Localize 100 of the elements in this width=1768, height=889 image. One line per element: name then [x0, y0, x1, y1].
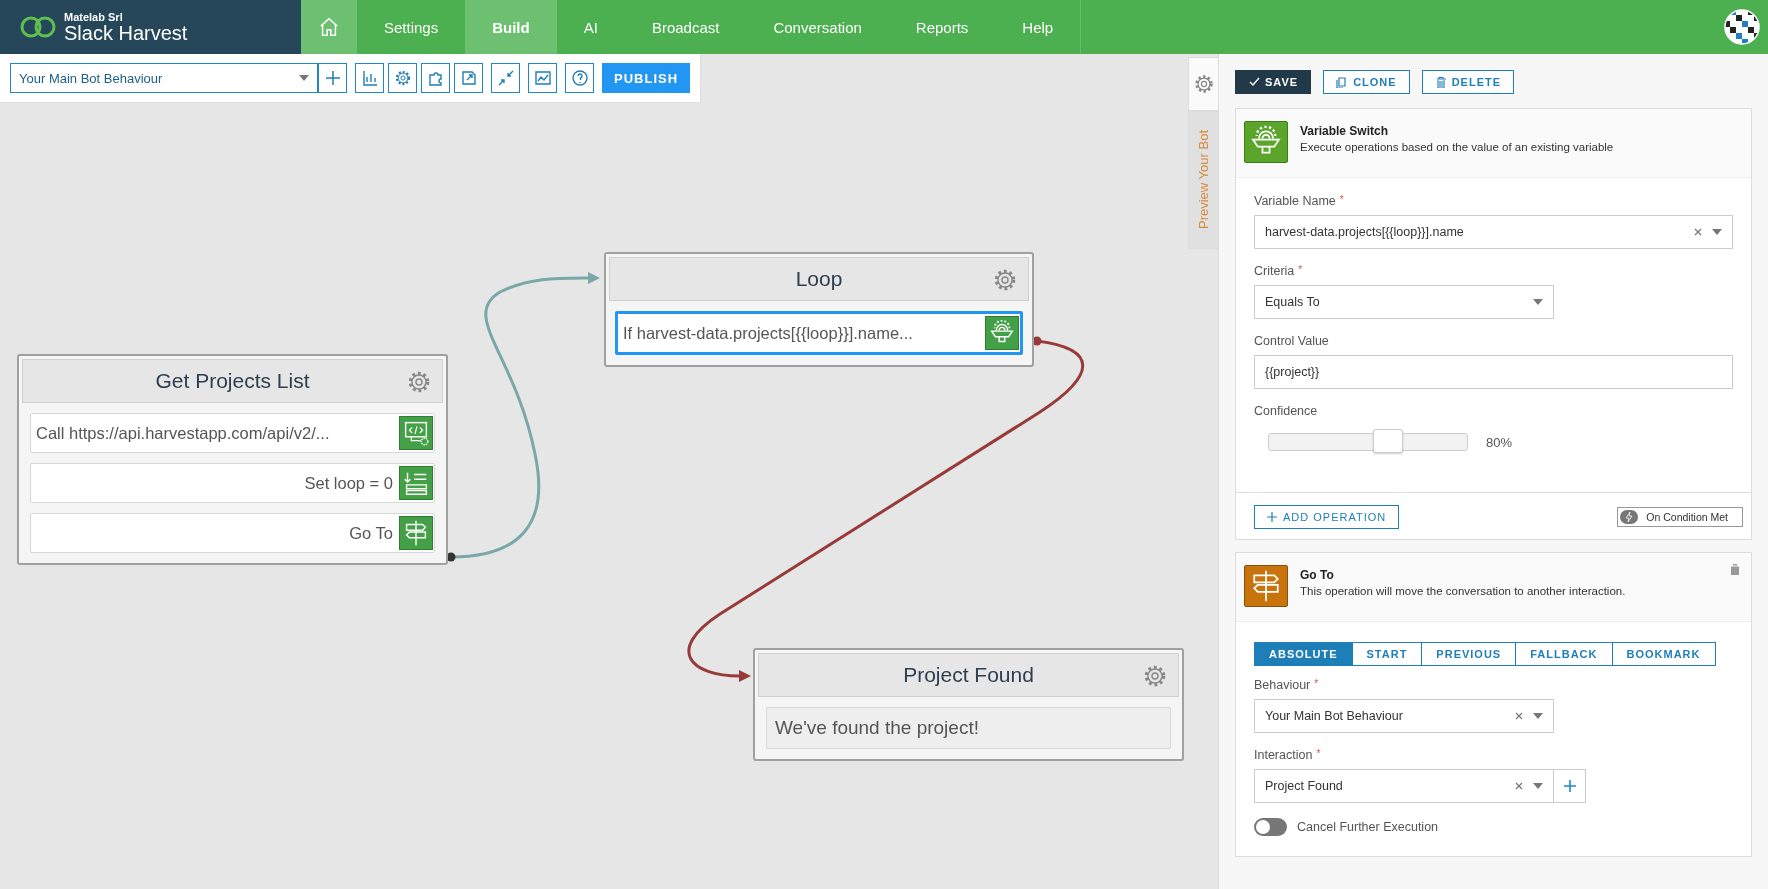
settings-icon	[992, 267, 1018, 293]
toggle-switch[interactable]	[1254, 818, 1287, 836]
signpost-icon	[399, 516, 433, 550]
node-step[interactable]: We've found the project!	[766, 707, 1171, 749]
check-icon	[1248, 76, 1260, 88]
clone-button[interactable]: CLONE	[1323, 70, 1410, 94]
settings-tab[interactable]	[1188, 57, 1218, 111]
behaviour-select[interactable]: Your Main Bot Behaviour	[10, 63, 318, 93]
puzzle-button[interactable]	[421, 63, 450, 93]
node-step[interactable]: Call https://api.harvestapp.com/api/v2/...	[30, 413, 435, 453]
field-label: Variable Name	[1254, 194, 1336, 208]
node-card[interactable]: Get Projects List Call https://api.harvestapp.com/api/v2/... Set loop = 0 Go To	[17, 354, 448, 565]
mode-tab[interactable]: ABSOLUTE	[1254, 642, 1353, 666]
required-mark: *	[1339, 194, 1344, 207]
node-step[interactable]: Go To	[30, 513, 435, 553]
select-field[interactable]: harvest-data.projects[{{loop}}].name	[1254, 215, 1733, 249]
export-button[interactable]	[454, 63, 483, 93]
condition-button[interactable]: On Condition Met	[1617, 507, 1743, 527]
nav-tab[interactable]: Help	[995, 0, 1081, 54]
home-button[interactable]	[301, 0, 357, 54]
field-label: Control Value	[1254, 334, 1329, 348]
mode-tab[interactable]: PREVIOUS	[1422, 642, 1517, 666]
operation-description: Execute operations based on the value of an existing variable	[1300, 141, 1614, 153]
required-mark: *	[1314, 678, 1319, 691]
help-button[interactable]	[565, 63, 594, 93]
operation-description: This operation will move the conversation to another interaction.	[1300, 585, 1626, 597]
slider-thumb[interactable]	[1372, 429, 1403, 453]
field-label: Confidence	[1254, 404, 1318, 418]
app-name: Slack Harvest	[64, 22, 188, 43]
funnel-gear-icon	[985, 316, 1019, 350]
add-operation-button[interactable]: ADD OPERATION	[1254, 505, 1400, 529]
node-step[interactable]: Set loop = 0	[30, 463, 435, 503]
home-icon	[318, 16, 340, 38]
nav-tab[interactable]: Conversation	[746, 0, 889, 54]
add-button[interactable]	[318, 63, 347, 93]
trash-icon	[1434, 76, 1447, 88]
caret-icon	[1533, 299, 1543, 305]
nav-tab[interactable]: Reports	[888, 0, 996, 54]
nav-tab[interactable]: Settings	[357, 0, 466, 54]
field-label: Criteria	[1254, 264, 1295, 278]
compress-icon	[496, 69, 515, 87]
publish-button[interactable]: PUBLISH	[602, 63, 691, 93]
slider-value: 80%	[1486, 434, 1513, 450]
mode-tab[interactable]: BOOKMARK	[1612, 642, 1716, 666]
compress-button[interactable]	[491, 63, 520, 93]
logo-icon	[20, 16, 56, 38]
node-step[interactable]: If harvest-data.projects[{{loop}}].name...	[615, 311, 1023, 355]
toggle-label: Cancel Further Execution	[1297, 820, 1439, 834]
computer-code-icon	[399, 416, 433, 450]
node-title: Loop	[795, 267, 843, 291]
operation-title: Go To	[1300, 568, 1335, 582]
caret-icon	[299, 75, 309, 81]
export-icon	[459, 69, 478, 87]
image-chart-button[interactable]	[528, 63, 557, 93]
nav-tab[interactable]: AI	[556, 0, 625, 54]
caret-icon	[1533, 783, 1543, 789]
mode-tab[interactable]: FALLBACK	[1516, 642, 1613, 666]
step-text: Set loop = 0	[304, 473, 393, 493]
required-mark: *	[1298, 264, 1303, 277]
node-card[interactable]: Loop If harvest-data.projects[{{loop}}].name...	[604, 252, 1034, 367]
select-field[interactable]: Your Main Bot Behaviour	[1254, 699, 1554, 733]
step-text: Call https://api.harvestapp.com/api/v2/...	[36, 423, 330, 443]
settings-button[interactable]	[388, 63, 417, 93]
help-icon	[570, 69, 589, 87]
input-field[interactable]: {{project}}	[1254, 355, 1733, 389]
step-text: If harvest-data.projects[{{loop}}].name...	[623, 323, 913, 343]
node-title: Get Projects List	[155, 369, 310, 393]
copy-icon	[1336, 76, 1349, 88]
signpost-icon	[1244, 565, 1288, 607]
select-field[interactable]: Equals To	[1254, 285, 1554, 319]
operation-title: Variable Switch	[1300, 124, 1390, 138]
company-name: Matelab Srl	[64, 11, 124, 23]
select-field[interactable]: Project Found	[1254, 769, 1554, 803]
chart-icon	[360, 69, 379, 87]
caret-icon	[1533, 713, 1543, 719]
settings-icon	[1142, 663, 1168, 689]
add-button[interactable]	[1554, 769, 1586, 803]
required-mark: *	[1316, 748, 1321, 761]
clear-icon	[1515, 712, 1523, 720]
clear-icon	[1694, 228, 1702, 236]
caret-icon	[1712, 229, 1722, 235]
add-icon	[1267, 512, 1277, 522]
lightning-icon	[1620, 510, 1639, 524]
chart-button[interactable]	[355, 63, 384, 93]
settings-icon	[393, 69, 412, 87]
field-label: Behaviour	[1254, 678, 1311, 692]
settings-icon	[1192, 73, 1215, 95]
trash-icon	[1729, 563, 1741, 576]
add-icon	[323, 69, 342, 87]
node-card[interactable]: Project Found We've found the project!	[753, 648, 1184, 761]
delete-button[interactable]: DELETE	[1421, 70, 1515, 94]
clear-icon	[1515, 782, 1523, 790]
avatar-icon	[1724, 9, 1760, 45]
node-title: Project Found	[903, 663, 1034, 687]
puzzle-icon	[426, 69, 445, 87]
funnel-gear-icon	[1244, 121, 1288, 163]
add-icon	[1562, 779, 1577, 793]
nav-tab[interactable]: Broadcast	[624, 0, 747, 54]
mode-tab[interactable]: START	[1352, 642, 1423, 666]
save-button[interactable]: SAVE	[1235, 70, 1312, 94]
